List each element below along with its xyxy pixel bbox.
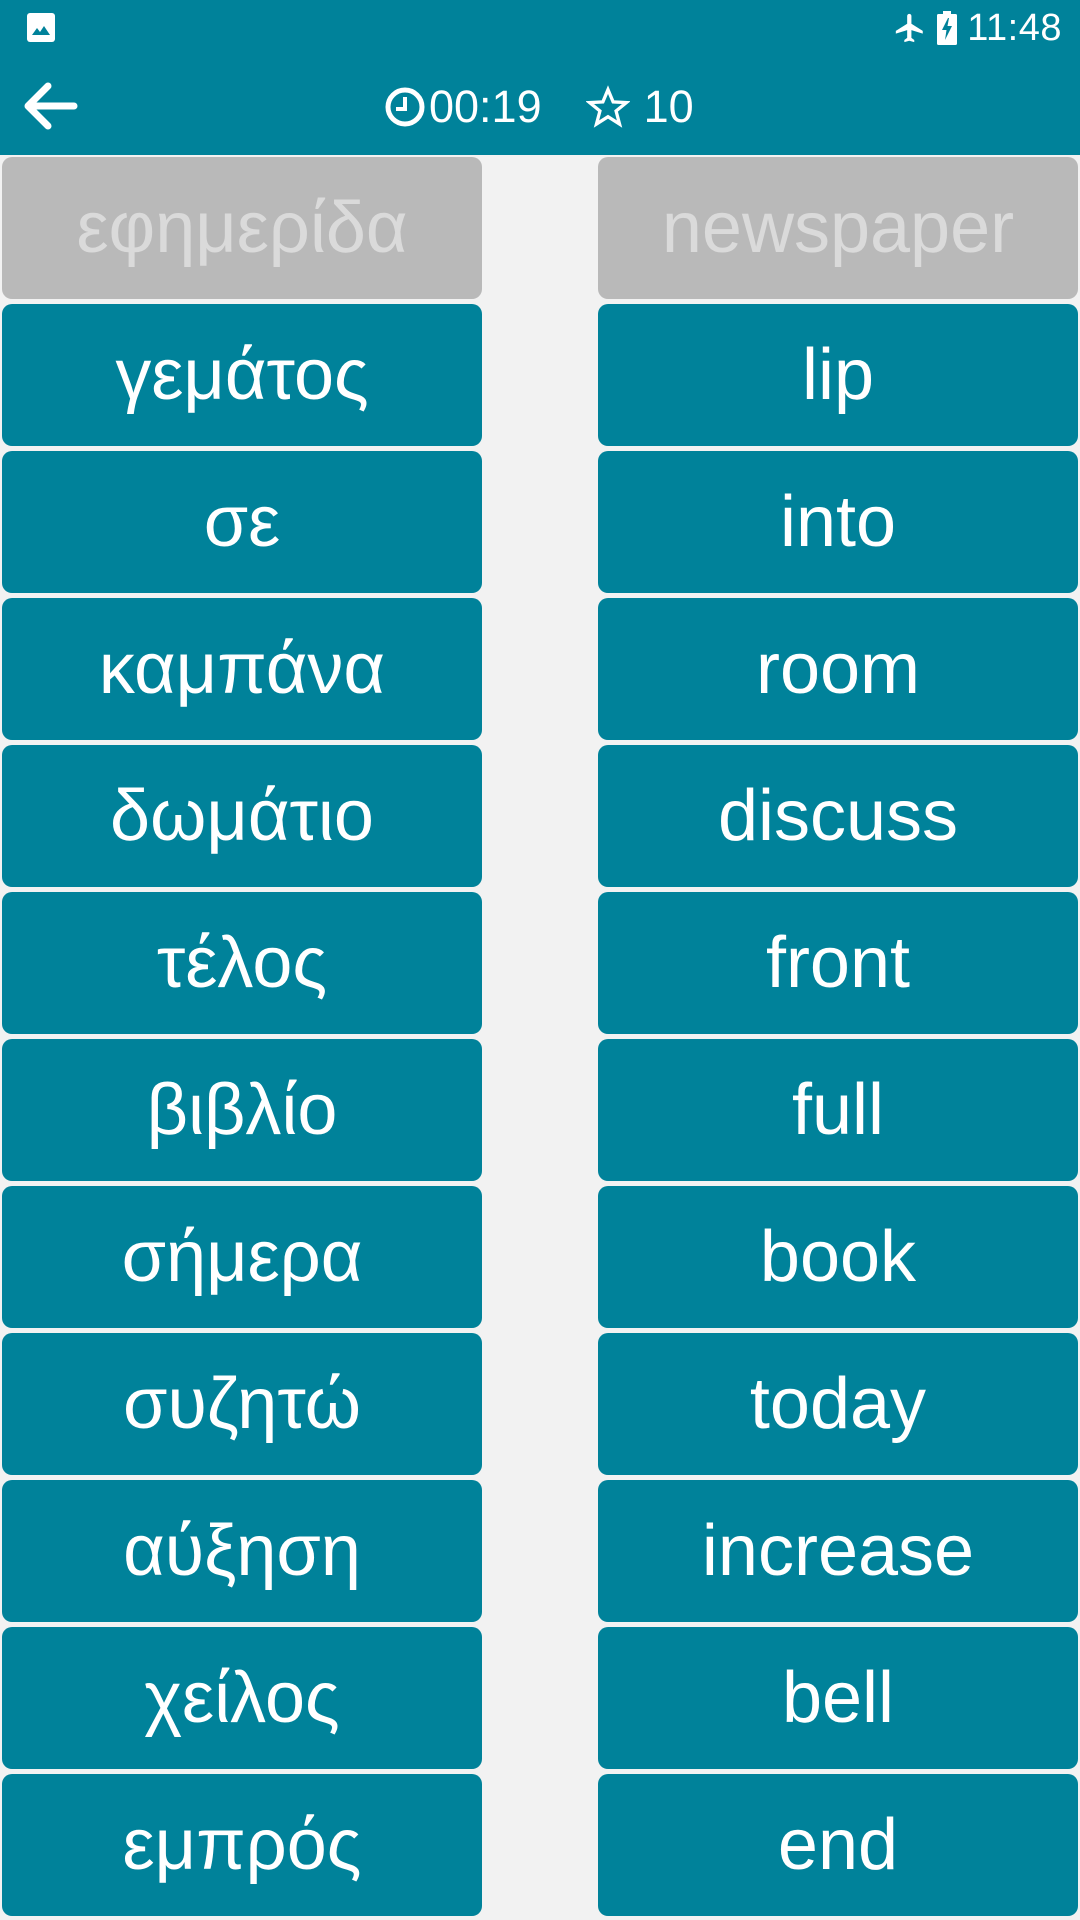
airplane-mode-icon xyxy=(896,13,923,43)
app-header: 11:48 00:19 10 xyxy=(0,0,1080,155)
back-button[interactable] xyxy=(14,70,86,142)
greek-word-card[interactable]: σε xyxy=(2,451,482,593)
greek-word-card[interactable]: γεμάτος xyxy=(2,304,482,446)
english-word-card[interactable]: front xyxy=(598,892,1078,1034)
english-word-card[interactable]: today xyxy=(598,1333,1078,1475)
english-word-card[interactable]: discuss xyxy=(598,745,1078,887)
english-word-card: newspaper xyxy=(598,157,1078,299)
game-stats: 00:19 10 xyxy=(384,76,694,138)
battery-charging-icon xyxy=(937,11,958,45)
arrow-left-icon xyxy=(24,82,78,130)
greek-word-card[interactable]: χείλος xyxy=(2,1627,482,1769)
greek-word-card[interactable]: καμπάνα xyxy=(2,598,482,740)
english-word-card[interactable]: book xyxy=(598,1186,1078,1328)
status-bar: 11:48 xyxy=(0,0,1080,56)
greek-word-card[interactable]: βιβλίο xyxy=(2,1039,482,1181)
clock-icon xyxy=(385,87,425,127)
greek-word-card[interactable]: σήμερα xyxy=(2,1186,482,1328)
english-word-card[interactable]: full xyxy=(598,1039,1078,1181)
star-outline-icon xyxy=(585,85,630,128)
english-word-card[interactable]: lip xyxy=(598,304,1078,446)
image-icon xyxy=(27,13,55,42)
greek-word-card[interactable]: συζητώ xyxy=(2,1333,482,1475)
english-word-card[interactable]: end xyxy=(598,1774,1078,1916)
greek-word-card: εφημερίδα xyxy=(2,157,482,299)
status-time: 11:48 xyxy=(967,6,1062,49)
english-word-card[interactable]: increase xyxy=(598,1480,1078,1622)
timer: 00:19 xyxy=(429,81,542,132)
score: 10 xyxy=(643,81,694,132)
status-icons: 11:48 xyxy=(893,6,1062,50)
greek-word-card[interactable]: εμπρός xyxy=(2,1774,482,1916)
english-word-card[interactable]: room xyxy=(598,598,1078,740)
greek-word-card[interactable]: δωμάτιο xyxy=(2,745,482,887)
english-word-card[interactable]: into xyxy=(598,451,1078,593)
toolbar: 00:19 10 xyxy=(0,56,1080,155)
greek-word-card[interactable]: αύξηση xyxy=(2,1480,482,1622)
english-word-card[interactable]: bell xyxy=(598,1627,1078,1769)
greek-word-card[interactable]: τέλος xyxy=(2,892,482,1034)
